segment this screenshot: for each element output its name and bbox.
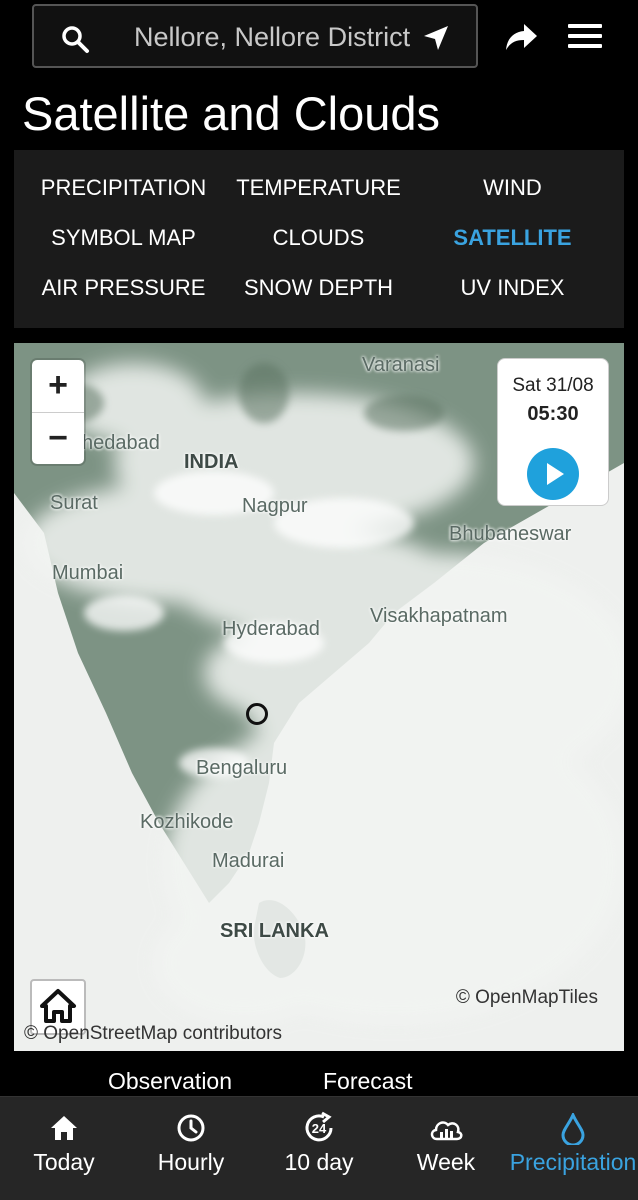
zoom-in-button[interactable]: + [32,360,84,412]
map-time: 05:30 [527,403,579,425]
location-arrow-icon[interactable] [422,24,450,52]
drop-icon [561,1113,585,1145]
ten-day-icon-badge: 24 [312,1121,327,1136]
attribution-openmaptiles[interactable]: © OpenMapTiles [456,987,598,1009]
clock-icon [177,1114,205,1142]
home-icon [51,1116,77,1140]
nav-10-day[interactable]: 24 10 day [269,1097,369,1200]
map-label-visakhapatnam: Visakhapatnam [370,605,508,627]
map-label-varanasi: Varanasi [362,354,440,376]
cloud-chart-icon [430,1121,463,1141]
map-type-temperature[interactable]: TEMPERATURE [217,175,420,201]
nav-precipitation-label: Precipitation [509,1149,637,1175]
map-label-madurai: Madurai [212,850,285,872]
map-label-ahmedabad: hedabad [82,432,160,454]
map-label-bengaluru: Bengaluru [196,757,288,779]
map-type-selector: PRECIPITATION TEMPERATURE WIND SYMBOL MA… [14,150,624,328]
zoom-control: + − [32,360,84,464]
attribution-openstreetmap[interactable]: © OpenStreetMap contributors [24,1023,282,1045]
location-text[interactable]: Nellore, Nellore District [134,22,424,53]
nav-week[interactable]: Week [396,1097,496,1200]
location-marker [246,703,268,725]
map-type-satellite[interactable]: SATELLITE [411,225,614,251]
observation-forecast-tabs: Observation Forecast [0,1068,638,1098]
share-icon[interactable] [504,22,538,52]
map-type-air-pressure[interactable]: AIR PRESSURE [22,275,225,301]
map-label-mumbai: Mumbai [52,562,124,584]
map-type-wind[interactable]: WIND [411,175,614,201]
nav-today[interactable]: Today [14,1097,114,1200]
map-label-nagpur: Nagpur [242,495,308,517]
nav-hourly[interactable]: Hourly [141,1097,241,1200]
map-type-uv-index[interactable]: UV INDEX [411,275,614,301]
map-type-snow-depth[interactable]: SNOW DEPTH [217,275,420,301]
bottom-navigation: Today Hourly 24 10 day Week Precipitatio… [0,1096,638,1200]
satellite-map[interactable]: Varanasi hedabad INDIA Surat Nagpur Bhub… [14,343,624,1051]
menu-icon[interactable] [568,24,602,50]
play-button[interactable] [527,448,579,500]
nav-10-day-label: 10 day [284,1149,354,1175]
map-type-precipitation[interactable]: PRECIPITATION [22,175,225,201]
nav-today-label: Today [33,1149,95,1175]
time-control: Sat 31/08 05:30 [497,358,609,506]
page-title: Satellite and Clouds [22,87,441,140]
map-date: Sat 31/08 [512,375,594,396]
search-icon[interactable] [60,24,90,54]
ten-day-icon: 24 [305,1111,333,1142]
nav-precipitation[interactable]: Precipitation [508,1097,638,1200]
map-type-symbol-map[interactable]: SYMBOL MAP [22,225,225,251]
search-bar[interactable]: Nellore, Nellore District [32,4,478,68]
map-type-clouds[interactable]: CLOUDS [217,225,420,251]
nav-week-label: Week [416,1149,476,1175]
map-label-surat: Surat [50,492,98,514]
tab-forecast[interactable]: Forecast [323,1068,412,1095]
play-icon [547,463,564,485]
map-label-kozhikode: Kozhikode [140,811,234,833]
top-bar: Nellore, Nellore District [0,0,638,76]
map-label-india: INDIA [184,451,239,473]
map-label-sri-lanka: SRI LANKA [220,920,329,942]
map-label-bhubaneswar: Bhubaneswar [449,523,572,545]
zoom-out-button[interactable]: − [32,412,84,464]
nav-hourly-label: Hourly [157,1149,225,1175]
map-label-hyderabad: Hyderabad [222,618,320,640]
tab-observation[interactable]: Observation [108,1068,232,1095]
